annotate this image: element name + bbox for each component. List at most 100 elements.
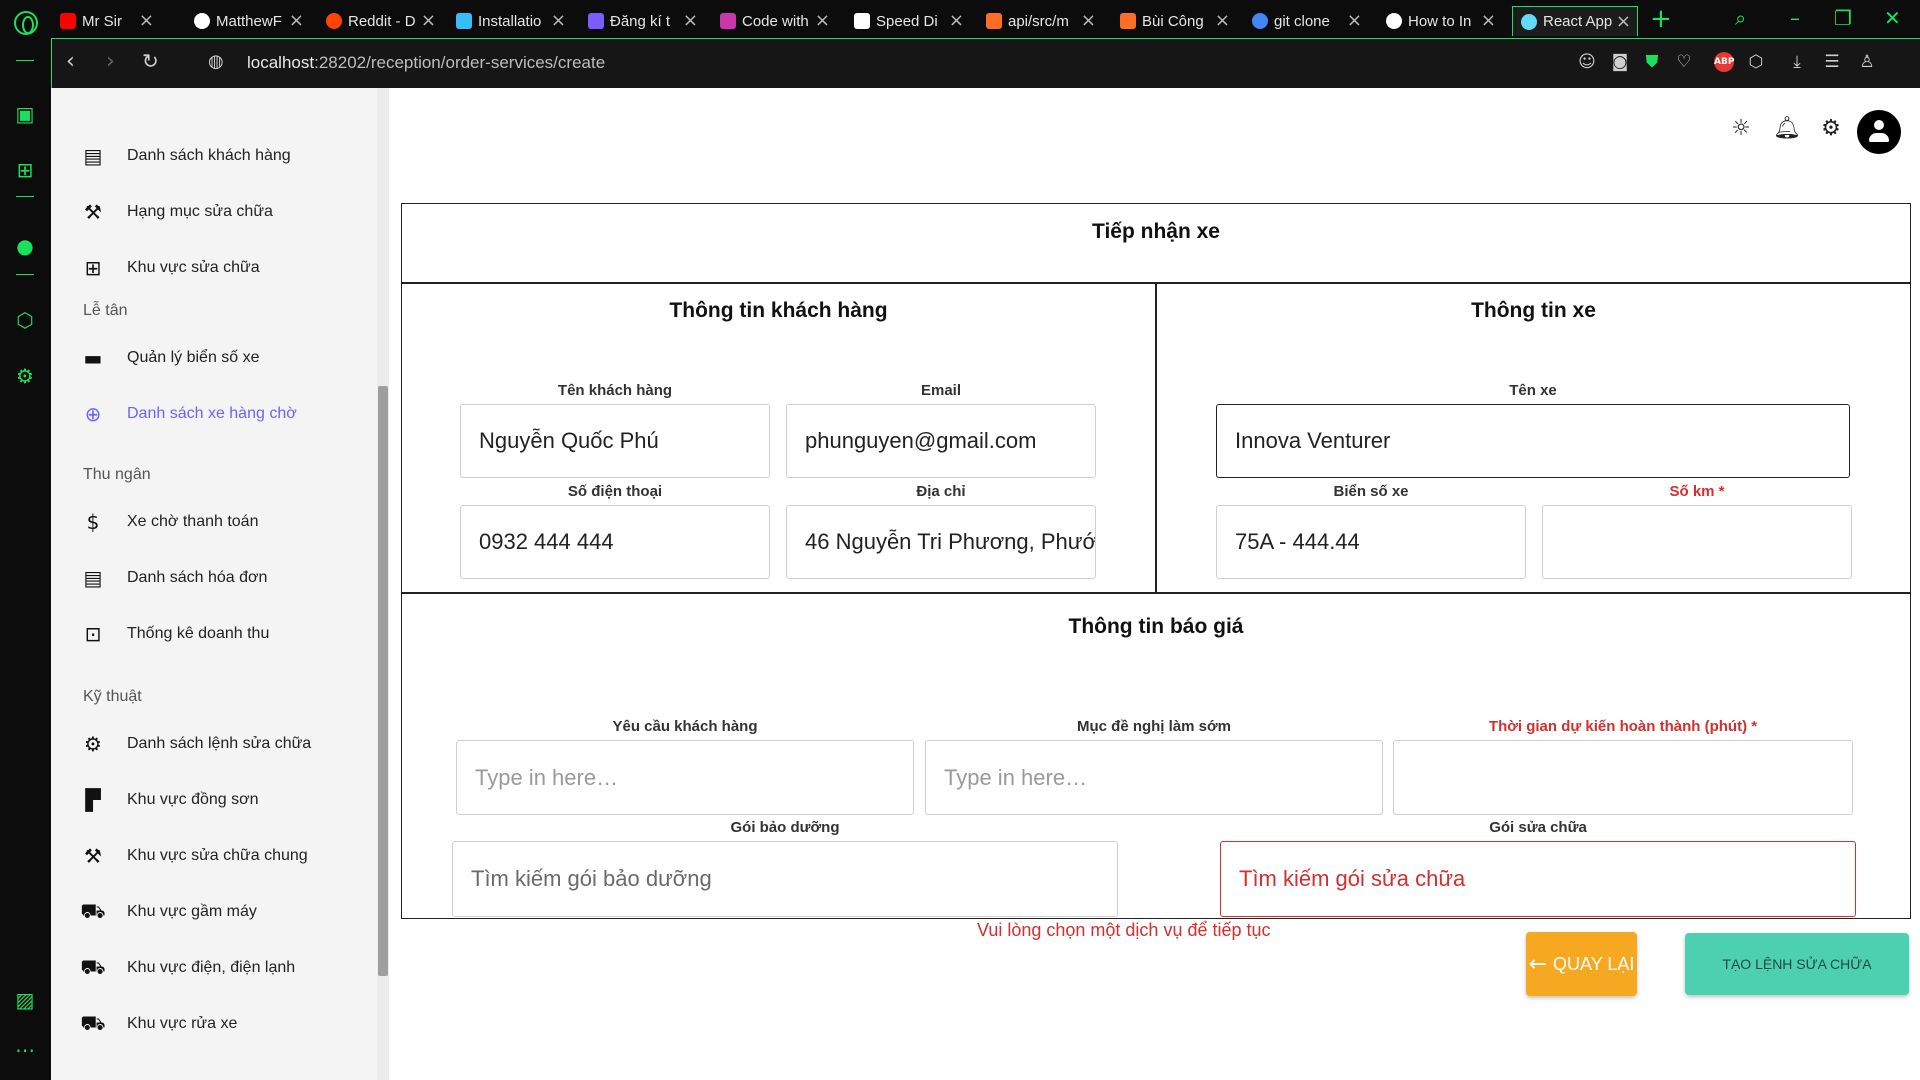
- cube-icon[interactable]: ⬡: [1746, 52, 1766, 72]
- close-icon[interactable]: ×: [1081, 10, 1096, 31]
- browser-tab[interactable]: Reddit - D ×: [318, 6, 442, 36]
- close-icon[interactable]: ×: [1215, 10, 1230, 31]
- reload-icon[interactable]: ↻: [142, 49, 159, 73]
- new-tab-icon[interactable]: +: [1650, 4, 1672, 34]
- sidebar-item-electric[interactable]: ⛟ Khu vực điện, điện lạnh: [80, 948, 371, 988]
- request-field[interactable]: Type in here…: [456, 740, 914, 815]
- eta-field[interactable]: [1393, 740, 1853, 815]
- sidebar-item-repair-categories[interactable]: ⚒ Hạng mục sửa chữa: [81, 192, 371, 232]
- close-icon[interactable]: ×: [421, 10, 436, 31]
- eta-label: Thời gian dự kiến hoàn thành (phút) *: [1488, 718, 1758, 735]
- sidebar-item-undercarriage[interactable]: ⛟ Khu vực gầm máy: [80, 892, 371, 932]
- address-field[interactable]: 46 Nguyễn Tri Phương, Phước: [786, 505, 1096, 579]
- sidebar-item-awaiting-payment[interactable]: $ Xe chờ thanh toán: [81, 502, 371, 542]
- back-icon[interactable]: ‹: [66, 49, 75, 74]
- sidebar-item-general-repair[interactable]: ⚒ Khu vực sửa chữa chung: [81, 836, 371, 876]
- camera-icon[interactable]: ◙: [1610, 52, 1630, 72]
- vehicle-section-title: Thông tin xe: [1471, 299, 1596, 322]
- close-icon[interactable]: ×: [683, 10, 698, 31]
- url-field[interactable]: localhost:28202/reception/order-services…: [247, 53, 605, 73]
- sidebar-item-plates[interactable]: ▬ Quản lý biển số xe: [81, 338, 371, 378]
- sidebar-item-customers[interactable]: ▤ Danh sách khách hàng: [81, 136, 371, 176]
- close-icon[interactable]: ×: [815, 10, 830, 31]
- theme-toggle-icon[interactable]: ☼: [1728, 116, 1754, 142]
- profile-icon[interactable]: ♙: [1857, 52, 1877, 72]
- back-button[interactable]: ← QUAY LẠI: [1526, 932, 1637, 996]
- adblock-icon[interactable]: ABP: [1714, 52, 1734, 72]
- browser-tab[interactable]: MatthewF ×: [186, 6, 310, 36]
- link-icon: [1386, 13, 1402, 29]
- forward-icon[interactable]: ›: [106, 49, 115, 74]
- km-field[interactable]: [1542, 505, 1852, 579]
- browser-tab[interactable]: Speed Di ×: [846, 6, 970, 36]
- easy-setup-icon[interactable]: ☰: [1822, 52, 1842, 72]
- more-icon[interactable]: ⋯: [14, 1038, 36, 1062]
- close-icon[interactable]: ×: [139, 10, 154, 31]
- sidebar-item-waiting-list[interactable]: ⊕ Danh sách xe hàng chờ: [81, 394, 371, 434]
- section-cashier: Thu ngân: [83, 466, 151, 483]
- close-icon[interactable]: ×: [1481, 10, 1496, 31]
- reception-form: Tiếp nhận xe Thông tin khách hàng Tên kh…: [401, 203, 1911, 919]
- sidebar-item-repair-orders[interactable]: ⚙ Danh sách lệnh sửa chữa: [81, 724, 371, 764]
- create-order-button[interactable]: TẠO LỆNH SỬA CHỮA: [1685, 933, 1909, 995]
- sidebar-item-repair-areas[interactable]: ⊞ Khu vực sửa chữa: [81, 248, 371, 288]
- sidebar-item-car-wash[interactable]: ⛟ Khu vực rửa xe: [80, 1004, 371, 1044]
- browser-tab[interactable]: git clone ×: [1244, 6, 1368, 36]
- customer-section-title: Thông tin khách hàng: [669, 299, 888, 322]
- address-label: Địa chỉ: [916, 483, 966, 500]
- sidebar-item-invoices[interactable]: ▤ Danh sách hóa đơn: [81, 558, 371, 598]
- close-icon[interactable]: ×: [1616, 11, 1631, 32]
- plate-label: Biển số xe: [1333, 483, 1409, 500]
- browser-tab[interactable]: Bùi Công ×: [1112, 6, 1236, 36]
- browser-tab[interactable]: Installatio ×: [448, 6, 572, 36]
- download-icon[interactable]: ⤓: [1787, 52, 1807, 72]
- restore-icon[interactable]: ❐: [1834, 6, 1852, 30]
- customer-name-field[interactable]: Nguyễn Quốc Phú: [460, 404, 770, 478]
- contact-icon: ▤: [83, 144, 103, 168]
- phone-field[interactable]: 0932 444 444: [460, 505, 770, 579]
- settings-icon[interactable]: ⚙: [14, 364, 36, 388]
- close-icon[interactable]: ×: [551, 10, 566, 31]
- close-icon[interactable]: ×: [289, 10, 304, 31]
- plate-field[interactable]: 75A - 444.44: [1216, 505, 1526, 579]
- heart-icon[interactable]: ♡: [1674, 52, 1694, 72]
- avatar[interactable]: [1857, 110, 1901, 154]
- browser-tab[interactable]: Mr Sir ×: [52, 6, 160, 36]
- app-sidebar: ▤ Danh sách khách hàng ⚒ Hạng mục sửa ch…: [51, 88, 389, 1080]
- settings-icon[interactable]: ⚙: [1818, 116, 1844, 142]
- aria-icon[interactable]: ▣: [14, 102, 36, 126]
- phone-label: Số điện thoại: [567, 483, 663, 500]
- sidebar-item-revenue[interactable]: ⊡ Thống kê doanh thu: [81, 614, 371, 654]
- browser-tab[interactable]: Code with ×: [712, 6, 836, 36]
- notification-icon[interactable]: 🔔︎: [1773, 116, 1801, 142]
- browser-tab[interactable]: api/src/m ×: [978, 6, 1102, 36]
- shield-icon[interactable]: ⛊: [1642, 52, 1662, 72]
- tab-islands-icon[interactable]: ⊞: [14, 158, 36, 182]
- close-icon[interactable]: ×: [949, 10, 964, 31]
- messenger-icon[interactable]: ●: [14, 234, 36, 258]
- cube-icon[interactable]: ⬡: [14, 308, 36, 332]
- browser-tab-active[interactable]: React App ×: [1512, 6, 1638, 36]
- search-icon[interactable]: ⌕: [1735, 6, 1746, 30]
- window-close-icon[interactable]: ✕: [1884, 6, 1901, 30]
- validation-error: Vui lòng chọn một dịch vụ để tiếp tục: [977, 920, 1271, 940]
- repair-search-field[interactable]: Tìm kiếm gói sửa chữa: [1220, 841, 1856, 917]
- globe-icon[interactable]: ◍: [208, 51, 224, 72]
- browser-tab[interactable]: How to In ×: [1378, 6, 1502, 36]
- maintenance-search-field[interactable]: Tìm kiếm gói bảo dưỡng: [452, 841, 1118, 917]
- sidebar-scrollbar-thumb[interactable]: [378, 386, 388, 976]
- opera-logo-icon[interactable]: [14, 11, 38, 35]
- minimize-icon[interactable]: –: [1790, 6, 1800, 30]
- emoji-icon[interactable]: ☺: [1577, 52, 1597, 72]
- sidebar-item-paint-area[interactable]: ▛ Khu vực đồng sơn: [81, 780, 371, 820]
- email-field[interactable]: phunguyen@gmail.com: [786, 404, 1096, 478]
- form-title: Tiếp nhận xe: [1092, 220, 1220, 243]
- request-label: Yêu cầu khách hàng: [612, 718, 758, 735]
- browser-tab[interactable]: Đăng kí t ×: [580, 6, 704, 36]
- order-icon: ⚙: [84, 732, 102, 756]
- suggest-field[interactable]: Type in here…: [925, 740, 1383, 815]
- close-icon[interactable]: ×: [1347, 10, 1362, 31]
- car-name-field[interactable]: Innova Venturer: [1216, 404, 1850, 478]
- google-icon: [1252, 13, 1268, 29]
- gallery-icon[interactable]: ▨: [14, 988, 36, 1012]
